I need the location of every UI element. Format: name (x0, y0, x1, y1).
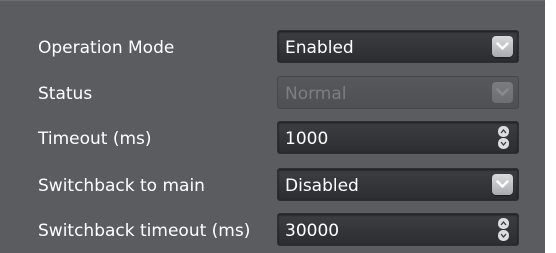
switchback-timeout-value: 30000 (285, 221, 340, 241)
chevron-down-icon[interactable] (492, 174, 513, 195)
timeout-spinner[interactable]: 1000 (277, 121, 519, 154)
status-dropdown: Normal (277, 76, 519, 109)
chevron-down-icon (492, 82, 513, 103)
operation-mode-label: Operation Mode (38, 38, 175, 58)
status-label: Status (38, 84, 93, 104)
operation-mode-value: Enabled (285, 38, 354, 58)
operation-mode-row: Operation Mode Enabled (0, 30, 545, 66)
switchback-dropdown[interactable]: Disabled (277, 168, 519, 201)
timeout-stepper (498, 126, 509, 150)
settings-panel: Operation Mode Enabled Status Normal Tim… (0, 0, 545, 253)
switchback-value: Disabled (285, 176, 359, 196)
switchback-timeout-spinner[interactable]: 30000 (277, 213, 519, 246)
switchback-timeout-row: Switchback timeout (ms) 30000 (0, 213, 545, 249)
chevron-up-icon[interactable] (498, 126, 509, 137)
chevron-down-icon[interactable] (492, 36, 513, 57)
timeout-label: Timeout (ms) (38, 129, 152, 149)
status-row: Status Normal (0, 76, 545, 112)
switchback-timeout-label: Switchback timeout (ms) (38, 221, 251, 241)
operation-mode-dropdown[interactable]: Enabled (277, 30, 519, 63)
chevron-down-icon[interactable] (498, 230, 509, 241)
timeout-value: 1000 (285, 129, 329, 149)
chevron-up-icon[interactable] (498, 218, 509, 229)
switchback-label: Switchback to main (38, 176, 205, 196)
switchback-timeout-stepper (498, 218, 509, 242)
switchback-row: Switchback to main Disabled (0, 168, 545, 204)
chevron-down-icon[interactable] (498, 138, 509, 149)
status-value: Normal (285, 84, 347, 104)
timeout-row: Timeout (ms) 1000 (0, 121, 545, 157)
